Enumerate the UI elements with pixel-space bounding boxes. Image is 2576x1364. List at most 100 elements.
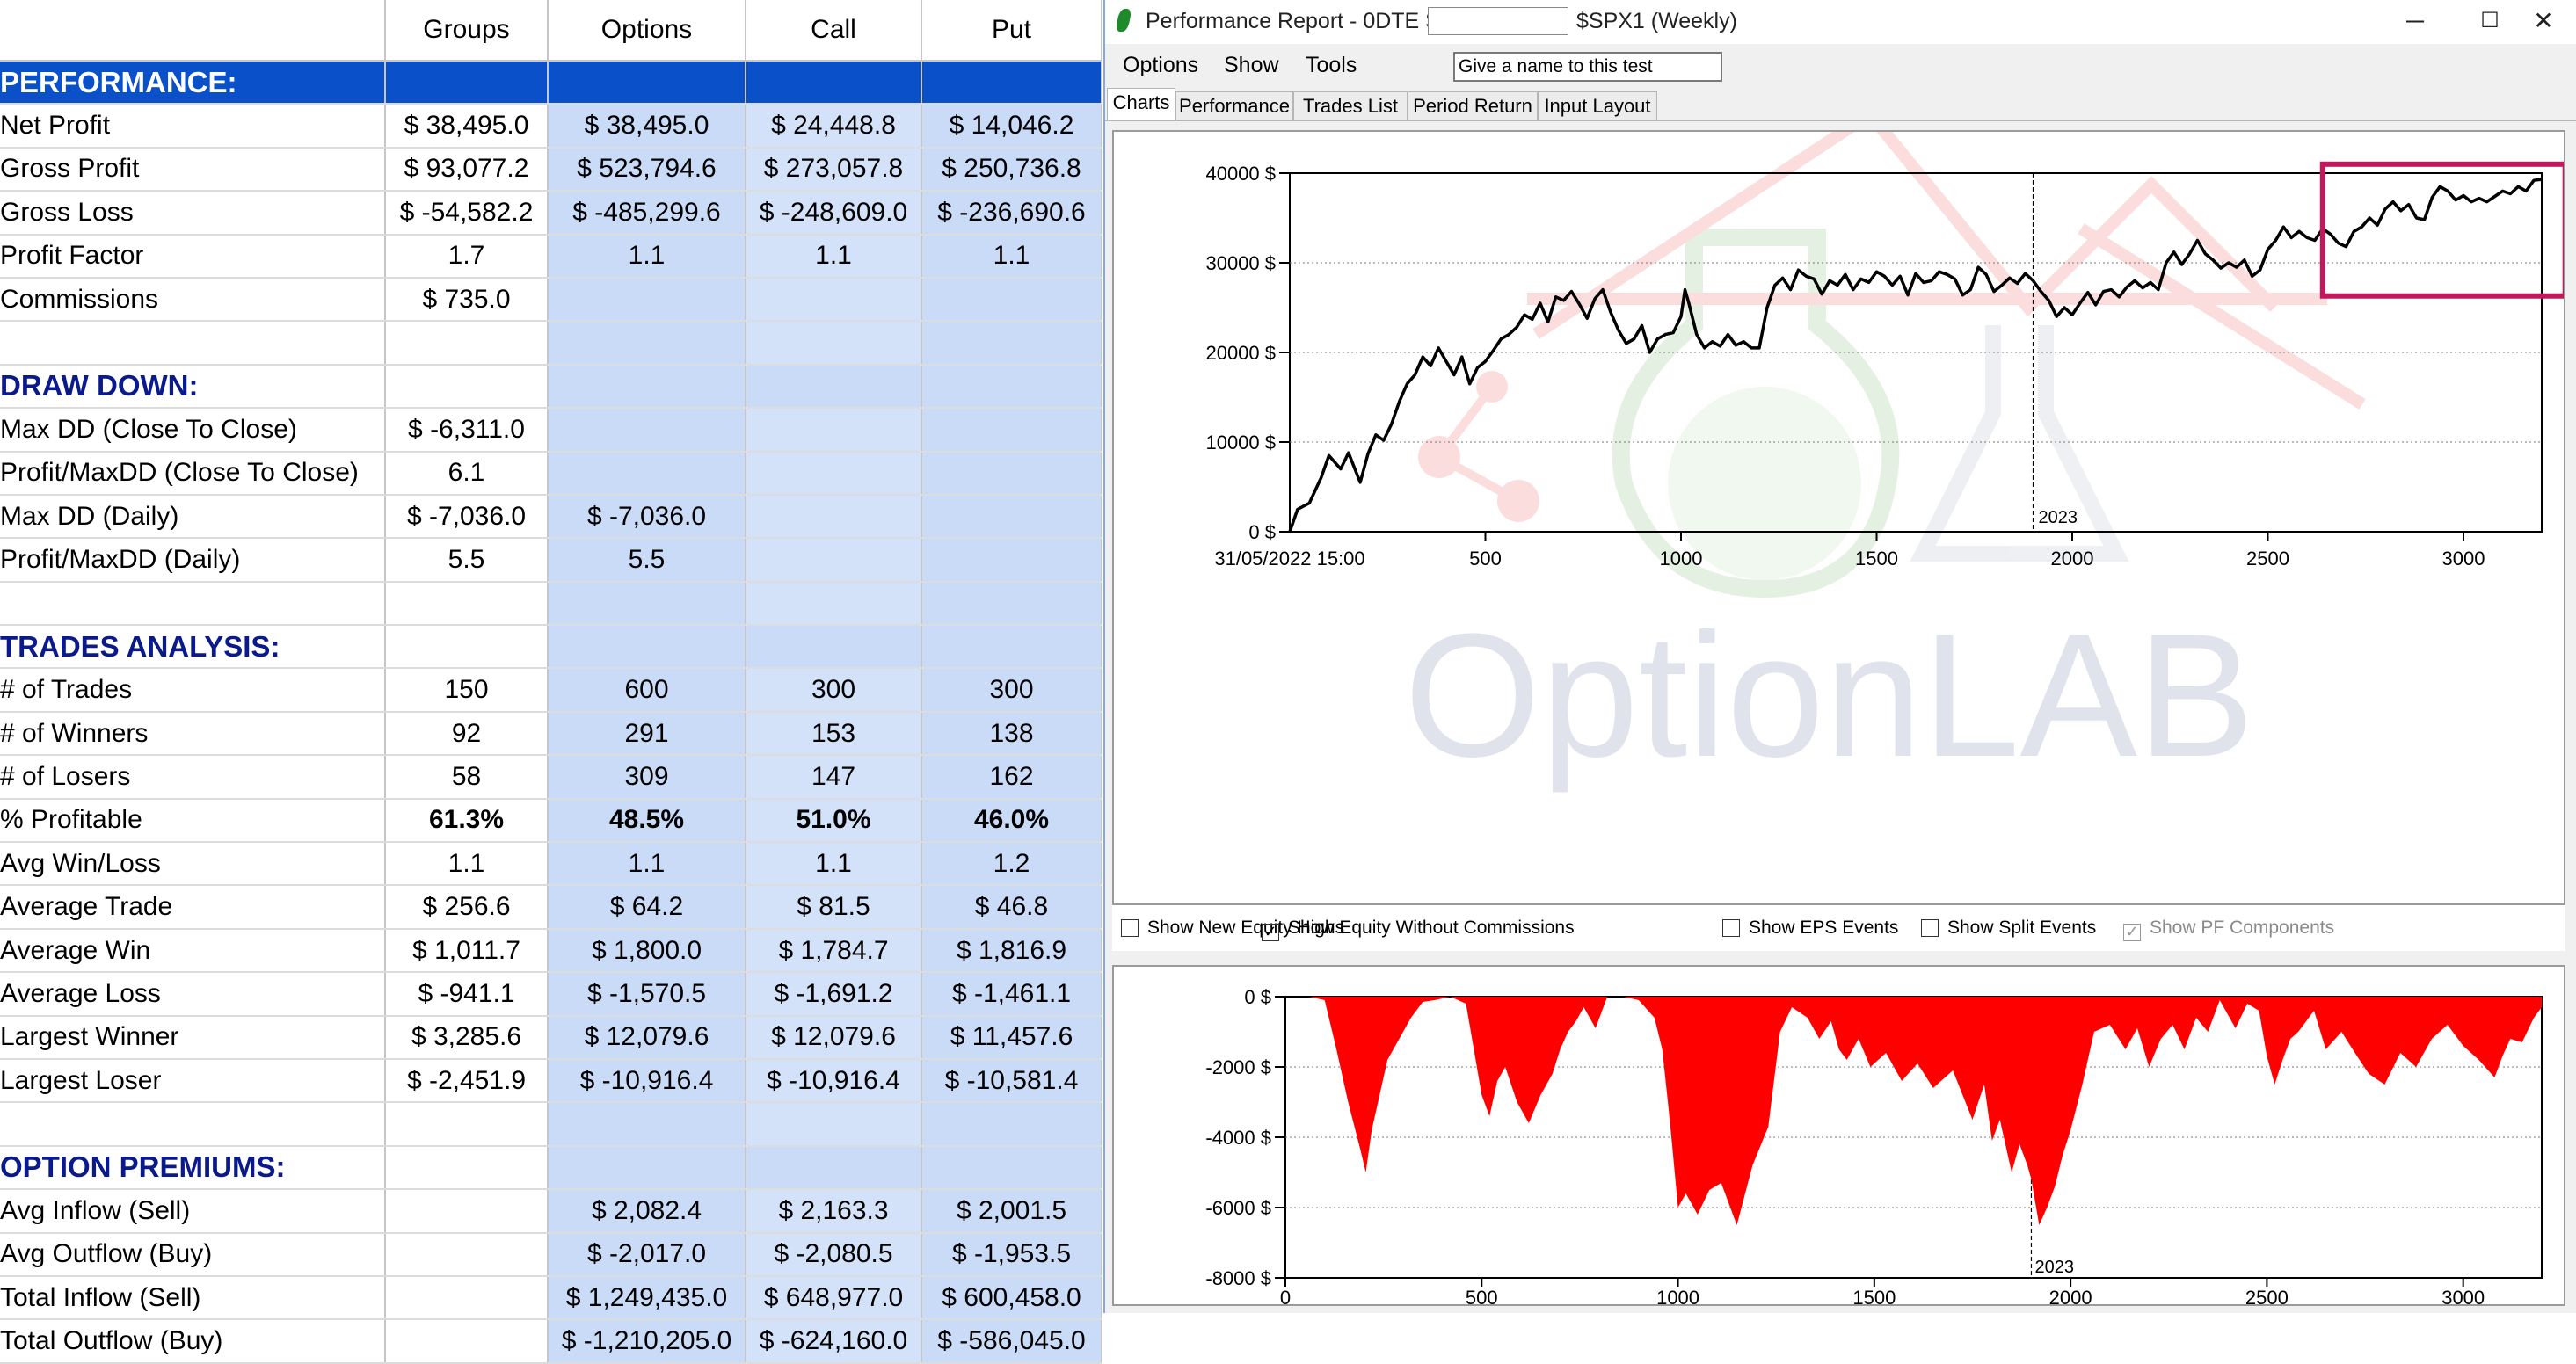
column-header[interactable]: Groups [385, 0, 549, 62]
table-cell[interactable] [548, 1102, 746, 1147]
table-cell[interactable]: 92 [385, 711, 549, 757]
table-cell[interactable]: $ 12,079.6 [548, 1015, 746, 1060]
table-cell[interactable]: $ -586,045.0 [921, 1319, 1102, 1364]
table-cell[interactable]: 1.2 [921, 842, 1102, 887]
table-cell[interactable] [746, 408, 922, 453]
maximize-button[interactable]: ☐ [2463, 5, 2516, 37]
table-cell[interactable]: $ 93,077.2 [385, 147, 549, 192]
table-cell[interactable] [548, 364, 746, 410]
table-cell[interactable]: $ 523,794.6 [548, 147, 746, 192]
table-cell[interactable] [385, 1232, 549, 1277]
test-name-input[interactable] [1453, 52, 1722, 82]
checkbox-icon[interactable] [1121, 919, 1139, 937]
table-cell[interactable] [746, 1145, 922, 1191]
menu-tools[interactable]: Tools [1306, 53, 1357, 78]
table-cell[interactable] [385, 321, 549, 366]
table-cell[interactable]: $ -236,690.6 [921, 191, 1102, 236]
table-cell[interactable]: $ 250,736.8 [921, 147, 1102, 192]
table-cell[interactable]: $ 38,495.0 [548, 104, 746, 149]
table-cell[interactable] [746, 277, 922, 323]
table-cell[interactable] [548, 61, 746, 105]
column-header[interactable] [0, 0, 386, 62]
tab-trades-list[interactable]: Trades List [1293, 91, 1408, 120]
table-cell[interactable]: 138 [921, 711, 1102, 757]
table-cell[interactable]: 300 [921, 668, 1102, 713]
table-cell[interactable] [921, 451, 1102, 496]
table-cell[interactable] [548, 277, 746, 323]
table-cell[interactable]: 5.5 [548, 538, 746, 583]
table-cell[interactable]: $ -1,691.2 [746, 972, 922, 1017]
table-cell[interactable] [921, 364, 1102, 410]
table-cell[interactable]: 291 [548, 711, 746, 757]
table-cell[interactable]: $ 46.8 [921, 885, 1102, 930]
table-cell[interactable] [385, 625, 549, 670]
table-cell[interactable]: 1.1 [548, 234, 746, 279]
table-cell[interactable]: $ 1,816.9 [921, 928, 1102, 974]
table-cell[interactable]: 48.5% [548, 798, 746, 844]
table-cell[interactable]: $ 1,800.0 [548, 928, 746, 974]
table-cell[interactable]: $ 12,079.6 [746, 1015, 922, 1060]
table-cell[interactable]: 1.1 [921, 234, 1102, 279]
table-cell[interactable] [548, 321, 746, 366]
table-cell[interactable]: $ 11,457.6 [921, 1015, 1102, 1060]
table-cell[interactable]: 153 [746, 711, 922, 757]
table-cell[interactable]: $ -10,916.4 [746, 1058, 922, 1104]
table-cell[interactable] [385, 1102, 549, 1147]
close-button[interactable]: ✕ [2517, 5, 2570, 37]
table-cell[interactable]: $ 3,285.6 [385, 1015, 549, 1060]
menu-show[interactable]: Show [1224, 53, 1279, 78]
table-cell[interactable] [548, 408, 746, 453]
table-cell[interactable] [746, 364, 922, 410]
tab-period-return[interactable]: Period Return [1408, 91, 1538, 120]
table-cell[interactable]: $ 24,448.8 [746, 104, 922, 149]
table-cell[interactable]: $ -54,582.2 [385, 191, 549, 236]
table-cell[interactable]: 46.0% [921, 798, 1102, 844]
table-cell[interactable]: $ -485,299.6 [548, 191, 746, 236]
tab-input-layout[interactable]: Input Layout [1538, 91, 1657, 120]
table-cell[interactable]: 300 [746, 668, 922, 713]
table-cell[interactable]: $ 14,046.2 [921, 104, 1102, 149]
table-cell[interactable]: $ -10,581.4 [921, 1058, 1102, 1104]
table-cell[interactable]: $ -1,570.5 [548, 972, 746, 1017]
table-cell[interactable]: $ 2,082.4 [548, 1189, 746, 1234]
table-cell[interactable] [921, 408, 1102, 453]
menu-options[interactable]: Options [1123, 53, 1198, 78]
table-cell[interactable]: 51.0% [746, 798, 922, 844]
table-cell[interactable] [921, 1145, 1102, 1191]
option-checkbox[interactable]: ✓ Show Equity Without Commissions [1262, 918, 1575, 941]
table-cell[interactable]: $ -1,210,205.0 [548, 1319, 746, 1364]
option-checkbox[interactable]: Show EPS Events [1722, 918, 1898, 939]
table-cell[interactable]: $ 64.2 [548, 885, 746, 930]
table-cell[interactable]: $ 2,163.3 [746, 1189, 922, 1234]
tab-performance[interactable]: Performance [1175, 91, 1293, 120]
table-cell[interactable]: $ 38,495.0 [385, 104, 549, 149]
table-cell[interactable]: 6.1 [385, 451, 549, 496]
tab-charts[interactable]: Charts [1107, 88, 1175, 121]
table-cell[interactable] [548, 581, 746, 627]
column-header[interactable]: Call [746, 0, 922, 62]
checkbox-icon[interactable] [1722, 919, 1740, 937]
checkmark-icon[interactable]: ✓ [1262, 924, 1279, 941]
option-checkbox[interactable]: Show Split Events [1921, 918, 2096, 939]
table-cell[interactable]: 61.3% [385, 798, 549, 844]
table-cell[interactable] [385, 1319, 549, 1364]
table-cell[interactable]: $ 81.5 [746, 885, 922, 930]
table-cell[interactable] [746, 581, 922, 627]
table-cell[interactable]: 1.1 [385, 842, 549, 887]
table-cell[interactable]: 1.1 [548, 842, 746, 887]
table-cell[interactable] [548, 451, 746, 496]
table-cell[interactable]: $ -2,451.9 [385, 1058, 549, 1104]
checkbox-icon[interactable] [1921, 919, 1939, 937]
table-cell[interactable]: $ -7,036.0 [548, 494, 746, 540]
table-cell[interactable]: $ -2,080.5 [746, 1232, 922, 1277]
table-cell[interactable]: 309 [548, 755, 746, 800]
table-cell[interactable]: 1.1 [746, 234, 922, 279]
table-cell[interactable]: 147 [746, 755, 922, 800]
table-cell[interactable] [746, 1102, 922, 1147]
equity-chart[interactable]: OptionLAB 0 $ 10000 $ 20000 $ 30000 $ 40000 … [1114, 105, 2568, 903]
table-cell[interactable]: $ -10,916.4 [548, 1058, 746, 1104]
table-cell[interactable]: 162 [921, 755, 1102, 800]
table-cell[interactable]: 150 [385, 668, 549, 713]
table-cell[interactable]: $ 256.6 [385, 885, 549, 930]
table-cell[interactable] [921, 581, 1102, 627]
